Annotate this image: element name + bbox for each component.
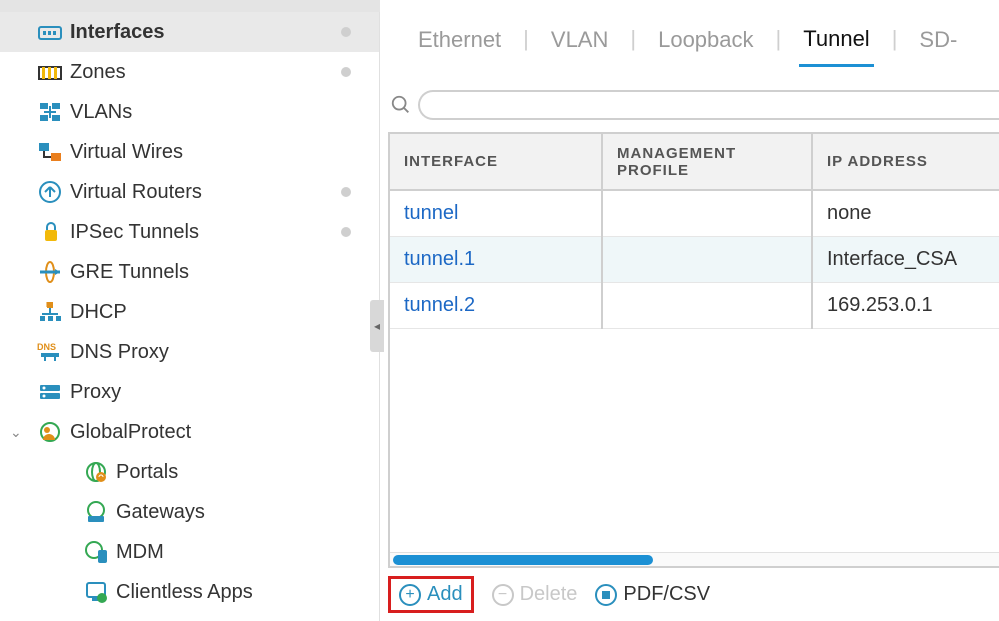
sidebar-item-label: GlobalProtect <box>70 421 191 444</box>
plus-icon: + <box>399 584 421 606</box>
content: ◂ Ethernet|VLAN|Loopback|Tunnel|SD- INTE… <box>380 0 999 621</box>
tab-ethernet[interactable]: Ethernet <box>414 23 505 65</box>
delete-label: Delete <box>520 583 578 606</box>
sidebar-item-label: Clientless Apps <box>116 581 253 604</box>
add-label: Add <box>427 583 463 606</box>
interface-link[interactable]: tunnel.2 <box>390 282 602 328</box>
sidebar-item-label: IPSec Tunnels <box>70 221 199 244</box>
sidebar-item-virtual-routers[interactable]: Virtual Routers <box>0 172 379 212</box>
sidebar-item-label: MDM <box>116 541 164 564</box>
scrollbar-thumb[interactable] <box>393 555 653 565</box>
ip-cell: none <box>812 190 999 236</box>
interface-link[interactable]: tunnel.1 <box>390 236 602 282</box>
zones-icon <box>36 63 64 81</box>
pdf-label: PDF/CSV <box>623 583 710 606</box>
sidebar-item-portals[interactable]: Portals <box>0 452 379 492</box>
collapse-handle[interactable]: ◂ <box>370 300 384 352</box>
sidebar-item-gre-tunnels[interactable]: GRE Tunnels <box>0 252 379 292</box>
pdf-icon <box>595 584 617 606</box>
col-ip[interactable]: IP ADDRESS <box>812 134 999 190</box>
table-container: INTERFACE MANAGEMENT PROFILE IP ADDRESS … <box>388 132 999 568</box>
sidebar-item-label: DNS Proxy <box>70 341 169 364</box>
mgmt-profile-cell <box>602 236 812 282</box>
svg-text:DNS: DNS <box>37 342 56 352</box>
sidebar-item-label: Portals <box>116 461 178 484</box>
gre-icon <box>36 260 64 284</box>
sidebar-item-label: Zones <box>70 61 126 84</box>
ip-cell: Interface_CSA <box>812 236 999 282</box>
sidebar-item-clientless-apps[interactable]: Clientless Apps <box>0 572 379 612</box>
interfaces-table: INTERFACE MANAGEMENT PROFILE IP ADDRESS … <box>390 134 999 329</box>
action-bar: + Add − Delete PDF/CSV <box>380 568 999 621</box>
table-row[interactable]: tunnel.2 169.253.0.1 <box>390 282 999 328</box>
tabs: Ethernet | VLAN | Loopback | Tunnel | SD- <box>380 0 999 70</box>
ipsec-icon <box>36 221 64 243</box>
search-input[interactable] <box>418 90 999 120</box>
mdm-icon <box>82 540 110 564</box>
sidebar-item-label: DHCP <box>70 301 127 324</box>
mgmt-profile-cell <box>602 282 812 328</box>
pdf-csv-button[interactable]: PDF/CSV <box>595 583 710 606</box>
status-dot <box>341 67 351 77</box>
sidebar-item-label: Virtual Routers <box>70 181 202 204</box>
dnsproxy-icon: DNS <box>36 341 64 363</box>
status-dot <box>341 227 351 237</box>
search-row <box>380 70 999 120</box>
add-button[interactable]: + Add <box>399 583 463 606</box>
status-dot <box>341 187 351 197</box>
add-highlight-box: + Add <box>388 576 474 613</box>
interfaces-icon <box>36 23 64 41</box>
mgmt-profile-cell <box>602 190 812 236</box>
col-interface[interactable]: INTERFACE <box>390 134 602 190</box>
sidebar-item-label: Proxy <box>70 381 121 404</box>
tab-vlan[interactable]: VLAN <box>547 23 612 65</box>
sidebar-item-label: Virtual Wires <box>70 141 183 164</box>
vlans-icon <box>36 101 64 123</box>
sidebar-item-label: Gateways <box>116 501 205 524</box>
delete-button[interactable]: − Delete <box>492 583 578 606</box>
sidebar-item-ipsec-tunnels[interactable]: IPSec Tunnels <box>0 212 379 252</box>
sidebar-item-proxy[interactable]: Proxy <box>0 372 379 412</box>
table-row[interactable]: tunnel.1 Interface_CSA <box>390 236 999 282</box>
sidebar-item-gateways[interactable]: Gateways <box>0 492 379 532</box>
tab-separator: | <box>776 26 782 52</box>
virtual-routers-icon <box>36 180 64 204</box>
horizontal-scrollbar[interactable] <box>390 552 999 566</box>
tab-separator: | <box>630 26 636 52</box>
tab-tunnel[interactable]: Tunnel <box>799 22 873 67</box>
proxy-icon <box>36 382 64 402</box>
minus-icon: − <box>492 584 514 606</box>
sidebar-item-virtual-wires[interactable]: Virtual Wires <box>0 132 379 172</box>
sidebar-item-globalprotect[interactable]: ⌄ GlobalProtect <box>0 412 379 452</box>
tab-separator: | <box>892 26 898 52</box>
sidebar-item-label: VLANs <box>70 101 132 124</box>
tab-loopback[interactable]: Loopback <box>654 23 757 65</box>
table-row[interactable]: tunnel none <box>390 190 999 236</box>
sidebar-item-dhcp[interactable]: IP DHCP <box>0 292 379 332</box>
sidebar-item-mdm[interactable]: MDM <box>0 532 379 572</box>
svg-text:IP: IP <box>46 302 53 309</box>
tab-sd[interactable]: SD- <box>915 23 961 65</box>
sidebar-item-dns-proxy[interactable]: DNS DNS Proxy <box>0 332 379 372</box>
sidebar-item-label: GRE Tunnels <box>70 261 189 284</box>
tab-separator: | <box>523 26 529 52</box>
chevron-down-icon: ⌄ <box>10 424 22 441</box>
virtual-wires-icon <box>36 142 64 162</box>
sidebar-item-vlans[interactable]: VLANs <box>0 92 379 132</box>
portals-icon <box>82 460 110 484</box>
status-dot <box>341 27 351 37</box>
search-icon <box>388 92 414 118</box>
sidebar-item-zones[interactable]: Zones <box>0 52 379 92</box>
globalprotect-icon <box>36 420 64 444</box>
clientless-icon <box>82 580 110 604</box>
ip-cell: 169.253.0.1 <box>812 282 999 328</box>
top-decor <box>0 0 380 12</box>
gateways-icon <box>82 500 110 524</box>
sidebar-item-interfaces[interactable]: Interfaces <box>0 12 379 52</box>
sidebar: Interfaces Zones VLANs Virtual Wires Virtual… <box>0 0 380 621</box>
col-mgmt-profile[interactable]: MANAGEMENT PROFILE <box>602 134 812 190</box>
dhcp-icon: IP <box>36 300 64 324</box>
sidebar-item-label: Interfaces <box>70 21 165 44</box>
interface-link[interactable]: tunnel <box>390 190 602 236</box>
